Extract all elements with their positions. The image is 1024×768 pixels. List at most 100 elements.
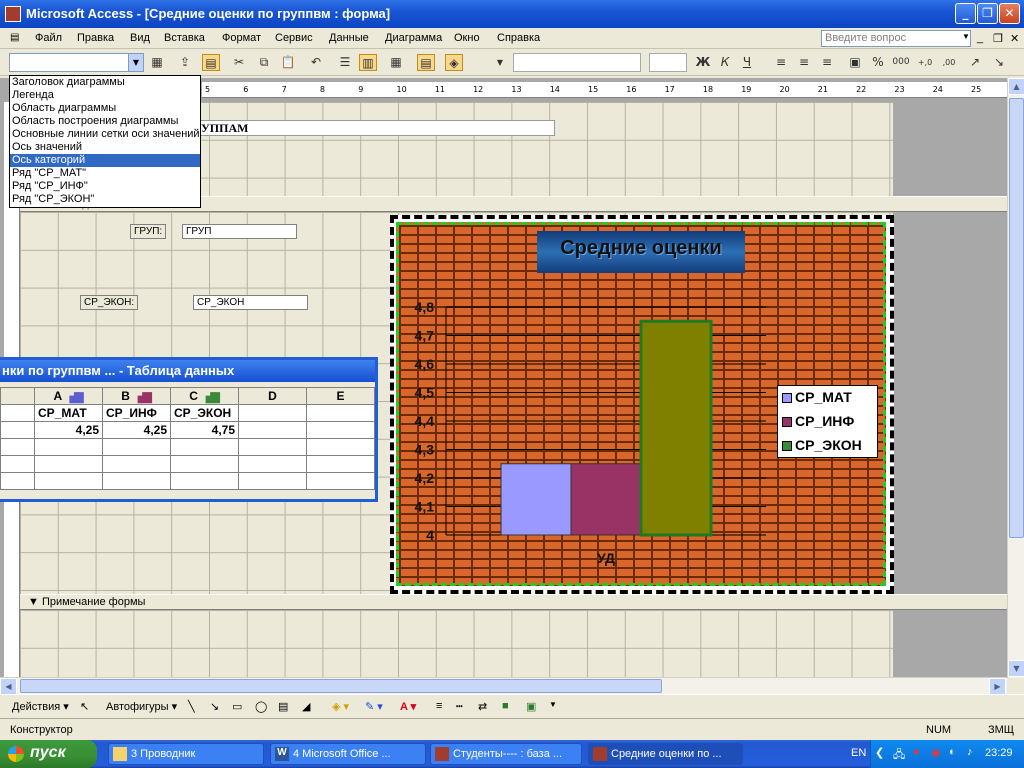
y-tick-label[interactable]: 4 bbox=[426, 527, 434, 543]
menu-file[interactable]: Файл bbox=[35, 32, 62, 44]
toolbar-options-icon[interactable]: ▼ bbox=[491, 54, 509, 71]
dropdown-item[interactable]: Основные линии сетки оси значений bbox=[10, 128, 200, 141]
copy-icon[interactable]: ⧉ bbox=[255, 54, 273, 71]
underline-icon[interactable]: Ч bbox=[738, 54, 756, 71]
actions-menu[interactable]: Действия ▾ bbox=[12, 700, 69, 713]
dropdown-item[interactable]: Заголовок диаграммы bbox=[10, 76, 200, 89]
close-button[interactable]: ✕ bbox=[999, 3, 1020, 24]
grup-label[interactable]: ГРУП: bbox=[130, 224, 167, 239]
increase-decimal-icon[interactable]: +,0 bbox=[916, 54, 934, 71]
row-header[interactable] bbox=[0, 438, 35, 456]
table-cell[interactable] bbox=[170, 472, 239, 490]
cut-icon[interactable]: ✂ bbox=[230, 54, 248, 71]
legend-item-ekon[interactable]: СР_ЭКОН bbox=[782, 437, 862, 453]
thousands-icon[interactable]: 000 bbox=[892, 54, 910, 71]
column-header[interactable]: D bbox=[238, 387, 307, 405]
table-cell[interactable]: 4,25 bbox=[102, 421, 171, 439]
chart-legend[interactable]: СР_МАТ СР_ИНФ СР_ЭКОН bbox=[777, 385, 878, 458]
arrow-style-icon[interactable]: ⇄ bbox=[478, 700, 487, 713]
table-cell[interactable]: СР_МАТ bbox=[34, 404, 103, 422]
import-file-icon[interactable]: ⇪ bbox=[176, 54, 194, 71]
plot-area[interactable]: 4 4,1 4,2 4,3 4,4 4,5 4,6 4,7 4,8 УД bbox=[396, 290, 796, 580]
task-explorer[interactable]: 3 Проводник bbox=[108, 743, 264, 765]
dropdown-item[interactable]: Ряд "СР_МАТ" bbox=[10, 167, 200, 180]
table-cell[interactable]: 4,75 bbox=[170, 421, 239, 439]
menu-help[interactable]: Справка bbox=[497, 32, 540, 44]
dropdown-item[interactable]: Область построения диаграммы bbox=[10, 115, 200, 128]
table-cell[interactable] bbox=[238, 455, 307, 473]
table-cell[interactable] bbox=[34, 472, 103, 490]
menu-insert[interactable]: Вставка bbox=[164, 32, 205, 44]
menu-chart[interactable]: Диаграмма bbox=[385, 32, 442, 44]
y-tick-label[interactable]: 4,1 bbox=[415, 499, 435, 515]
datasheet-window[interactable]: нки по группвм ... - Таблица данных A ▗▆… bbox=[0, 357, 378, 502]
drawing-options-icon[interactable]: ▼ bbox=[549, 700, 557, 709]
menu-tools[interactable]: Сервис bbox=[275, 32, 313, 44]
rectangle-icon[interactable]: ▭ bbox=[232, 700, 242, 713]
restore-button[interactable]: ❐ bbox=[977, 3, 998, 24]
align-center-icon[interactable]: ≡ bbox=[795, 54, 813, 71]
row-header[interactable] bbox=[0, 472, 35, 490]
menu-format[interactable]: Формат bbox=[222, 32, 261, 44]
font-color-icon[interactable]: A ▾ bbox=[400, 700, 416, 713]
volume-icon[interactable]: ♪ bbox=[967, 746, 973, 758]
fill-color-icon[interactable]: ◈ ▾ bbox=[332, 700, 349, 713]
datasheet-table[interactable]: A ▗▆ B ▗▆ C ▗▆ D E СР_МАТ СР_ИНФ СР_ЭКОН… bbox=[0, 387, 375, 490]
align-left-icon[interactable]: ≡ bbox=[772, 54, 790, 71]
table-cell[interactable] bbox=[102, 438, 171, 456]
by-column-icon[interactable]: ▥ bbox=[359, 54, 377, 71]
dropdown-item[interactable]: Ось значений bbox=[10, 141, 200, 154]
task-avg-grades[interactable]: Средние оценки по ... bbox=[588, 743, 743, 765]
data-table-icon[interactable]: ▦ bbox=[387, 54, 405, 71]
dropdown-item[interactable]: Ряд "СР_ЭКОН" bbox=[10, 193, 200, 206]
start-button[interactable]: пуск bbox=[0, 740, 97, 768]
doc-restore-icon[interactable]: ❐ bbox=[993, 32, 1003, 45]
row-header[interactable] bbox=[0, 404, 35, 422]
align-right-icon[interactable]: ≡ bbox=[818, 54, 836, 71]
table-cell[interactable] bbox=[306, 438, 375, 456]
dropdown-item[interactable]: Ряд "СР_ИНФ" bbox=[10, 180, 200, 193]
ekon-field[interactable]: СР_ЭКОН bbox=[193, 295, 308, 310]
shadow-icon[interactable]: ■ bbox=[502, 700, 509, 712]
doc-menu-icon[interactable]: ▤ bbox=[10, 32, 19, 43]
table-cell[interactable] bbox=[34, 438, 103, 456]
column-header[interactable]: B ▗▆ bbox=[102, 387, 171, 405]
column-header[interactable]: E bbox=[306, 387, 375, 405]
bold-icon[interactable]: Ж bbox=[694, 54, 712, 71]
undo-icon[interactable]: ↶ bbox=[307, 54, 325, 71]
table-cell[interactable] bbox=[238, 404, 307, 422]
menu-window[interactable]: Окно bbox=[454, 32, 480, 44]
table-cell[interactable] bbox=[102, 472, 171, 490]
category-label[interactable]: УД bbox=[597, 550, 615, 566]
chart-objects-combo[interactable]: ▼ bbox=[9, 53, 144, 72]
doc-close-icon[interactable]: ✕ bbox=[1010, 32, 1019, 45]
language-indicator[interactable]: EN bbox=[851, 747, 866, 759]
ekon-label[interactable]: СР_ЭКОН: bbox=[80, 295, 139, 310]
y-tick-label[interactable]: 4,6 bbox=[415, 356, 435, 372]
chart-title[interactable]: Средние оценки bbox=[537, 237, 745, 260]
by-row-icon[interactable]: ☰ bbox=[336, 54, 354, 71]
line-color-icon[interactable]: ✎ ▾ bbox=[365, 700, 383, 713]
form-title-label[interactable]: УППАМ bbox=[180, 120, 555, 136]
table-cell[interactable]: СР_ЭКОН bbox=[170, 404, 239, 422]
y-tick-label[interactable]: 4,7 bbox=[415, 328, 435, 344]
italic-icon[interactable]: К bbox=[716, 54, 734, 71]
dash-style-icon[interactable]: ┅ bbox=[456, 700, 463, 713]
table-cell[interactable] bbox=[306, 404, 375, 422]
table-cell[interactable]: 4,25 bbox=[34, 421, 103, 439]
minimize-button[interactable]: _ bbox=[955, 3, 976, 24]
security-icon[interactable]: ◉ bbox=[931, 746, 941, 759]
table-cell[interactable] bbox=[238, 472, 307, 490]
y-tick-label[interactable]: 4,2 bbox=[415, 470, 435, 486]
column-header[interactable]: A ▗▆ bbox=[34, 387, 103, 405]
task-office[interactable]: W4 Microsoft Office ... bbox=[270, 743, 426, 765]
paste-icon[interactable]: 📋 bbox=[279, 54, 297, 71]
autoshapes-menu[interactable]: Автофигуры ▾ bbox=[106, 700, 177, 713]
dropdown-item[interactable]: Область диаграммы bbox=[10, 102, 200, 115]
table-cell[interactable] bbox=[34, 455, 103, 473]
footer-section-bar[interactable]: ▼ Примечание формы bbox=[20, 594, 1024, 610]
ask-question-input[interactable]: Введите вопрос bbox=[821, 30, 971, 47]
bar-ср_экон[interactable] bbox=[639, 319, 713, 537]
network-icon[interactable]: 🖧 bbox=[893, 746, 905, 765]
horizontal-scroll-thumb[interactable] bbox=[20, 679, 662, 693]
